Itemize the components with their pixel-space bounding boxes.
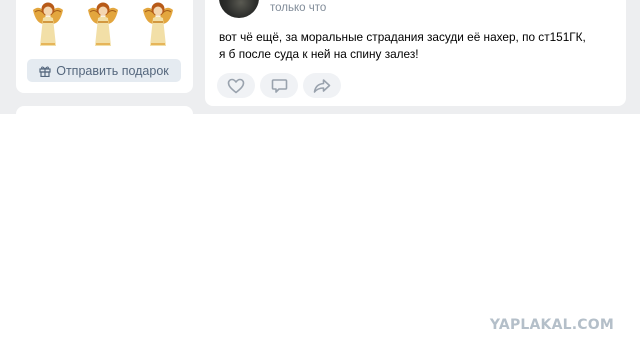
- comment-button[interactable]: [260, 73, 298, 98]
- post-text-line: вот чё ещё, за моральные страдания засуд…: [219, 30, 586, 44]
- like-button[interactable]: [217, 73, 255, 98]
- share-button[interactable]: [303, 73, 341, 98]
- share-icon: [313, 78, 331, 93]
- angel-icon[interactable]: [30, 0, 66, 48]
- angel-icon[interactable]: [85, 0, 121, 48]
- angel-icon[interactable]: [140, 0, 176, 48]
- send-gift-label: Отправить подарок: [56, 63, 169, 78]
- post-text: вот чё ещё, за моральные страдания засуд…: [219, 29, 619, 62]
- post-timestamp[interactable]: только что: [270, 2, 326, 14]
- post-text-line: я б после суда к ней на спину залез!: [219, 46, 419, 61]
- gift-icon: [39, 65, 51, 77]
- send-gift-button[interactable]: Отправить подарок: [27, 59, 181, 82]
- watermark: YAPLAKAL.COM: [489, 317, 614, 333]
- heart-icon: [227, 78, 245, 93]
- next-sidebar-card: [16, 106, 193, 118]
- comment-icon: [271, 78, 287, 93]
- gifts-list: [30, 0, 180, 48]
